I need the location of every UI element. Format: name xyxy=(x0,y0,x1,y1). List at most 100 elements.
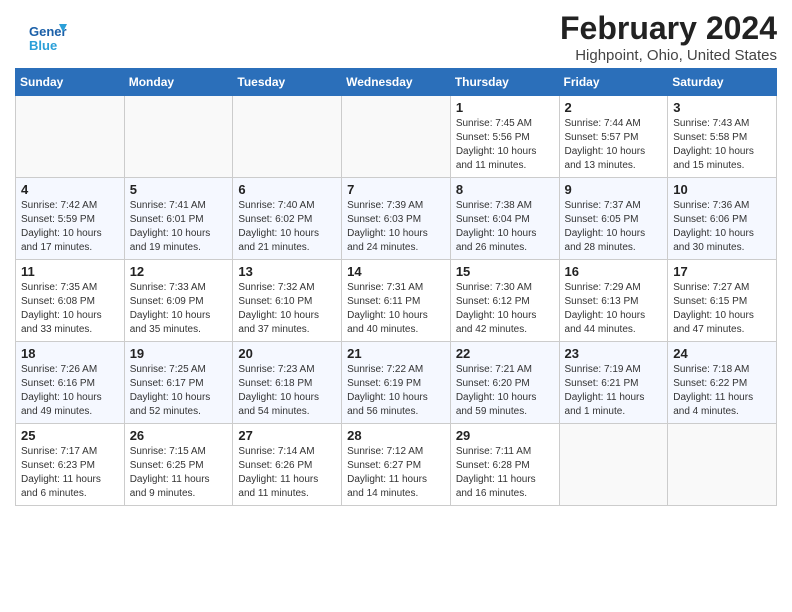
logo-icon: General Blue xyxy=(27,18,67,58)
day-number: 3 xyxy=(673,100,771,115)
day-info: Sunrise: 7:37 AM Sunset: 6:05 PM Dayligh… xyxy=(565,199,663,255)
calendar-table: Sunday Monday Tuesday Wednesday Thursday… xyxy=(15,68,777,506)
table-row xyxy=(668,424,777,506)
table-row: 19 Sunrise: 7:25 AM Sunset: 6:17 PM Dayli… xyxy=(124,342,233,424)
header-saturday: Saturday xyxy=(668,69,777,96)
day-info: Sunrise: 7:29 AM Sunset: 6:13 PM Dayligh… xyxy=(565,281,663,337)
table-row: 18 Sunrise: 7:26 AM Sunset: 6:16 PM Dayli… xyxy=(16,342,125,424)
calendar-week-row: 1 Sunrise: 7:45 AM Sunset: 5:56 PM Daylig… xyxy=(16,96,777,178)
table-row: 21 Sunrise: 7:22 AM Sunset: 6:19 PM Dayli… xyxy=(342,342,451,424)
day-info: Sunrise: 7:41 AM Sunset: 6:01 PM Dayligh… xyxy=(130,199,228,255)
table-row: 27 Sunrise: 7:14 AM Sunset: 6:26 PM Dayli… xyxy=(233,424,342,506)
table-row: 17 Sunrise: 7:27 AM Sunset: 6:15 PM Dayli… xyxy=(668,260,777,342)
calendar-week-row: 18 Sunrise: 7:26 AM Sunset: 6:16 PM Dayli… xyxy=(16,342,777,424)
day-number: 18 xyxy=(21,346,119,361)
day-number: 15 xyxy=(456,264,554,279)
day-info: Sunrise: 7:27 AM Sunset: 6:15 PM Dayligh… xyxy=(673,281,771,337)
day-info: Sunrise: 7:22 AM Sunset: 6:19 PM Dayligh… xyxy=(347,363,445,419)
day-info: Sunrise: 7:15 AM Sunset: 6:25 PM Dayligh… xyxy=(130,445,228,501)
table-row: 13 Sunrise: 7:32 AM Sunset: 6:10 PM Dayli… xyxy=(233,260,342,342)
day-number: 29 xyxy=(456,428,554,443)
table-row: 22Sunrise: 7:21 AM Sunset: 6:20 PM Dayli… xyxy=(450,342,559,424)
day-info: Sunrise: 7:36 AM Sunset: 6:06 PM Dayligh… xyxy=(673,199,771,255)
table-row xyxy=(233,96,342,178)
table-row: 8 Sunrise: 7:38 AM Sunset: 6:04 PM Daylig… xyxy=(450,178,559,260)
day-info: Sunrise: 7:11 AM Sunset: 6:28 PM Dayligh… xyxy=(456,445,554,501)
header-monday: Monday xyxy=(124,69,233,96)
day-number: 1 xyxy=(456,100,554,115)
table-row: 6Sunrise: 7:40 AM Sunset: 6:02 PM Daylig… xyxy=(233,178,342,260)
day-info: Sunrise: 7:25 AM Sunset: 6:17 PM Dayligh… xyxy=(130,363,228,419)
day-number: 2 xyxy=(565,100,663,115)
page-wrapper: General Blue February 2024 Highpoint, Oh… xyxy=(15,10,777,506)
day-number: 12 xyxy=(130,264,228,279)
table-row: 4Sunrise: 7:42 AM Sunset: 5:59 PM Daylig… xyxy=(16,178,125,260)
page-subtitle: Highpoint, Ohio, United States xyxy=(135,47,777,64)
table-row: 23 Sunrise: 7:19 AM Sunset: 6:21 PM Dayli… xyxy=(559,342,668,424)
day-info: Sunrise: 7:19 AM Sunset: 6:21 PM Dayligh… xyxy=(565,363,663,419)
day-info: Sunrise: 7:44 AM Sunset: 5:57 PM Dayligh… xyxy=(565,117,663,173)
table-row: 11 Sunrise: 7:35 AM Sunset: 6:08 PM Dayli… xyxy=(16,260,125,342)
day-info: Sunrise: 7:31 AM Sunset: 6:11 PM Dayligh… xyxy=(347,281,445,337)
day-info: Sunrise: 7:23 AM Sunset: 6:18 PM Dayligh… xyxy=(238,363,336,419)
calendar-week-row: 11 Sunrise: 7:35 AM Sunset: 6:08 PM Dayli… xyxy=(16,260,777,342)
day-info: Sunrise: 7:17 AM Sunset: 6:23 PM Dayligh… xyxy=(21,445,119,501)
table-row xyxy=(559,424,668,506)
table-row: 16 Sunrise: 7:29 AM Sunset: 6:13 PM Dayli… xyxy=(559,260,668,342)
header-wednesday: Wednesday xyxy=(342,69,451,96)
day-number: 9 xyxy=(565,182,663,197)
table-row: 9 Sunrise: 7:37 AM Sunset: 6:05 PM Daylig… xyxy=(559,178,668,260)
table-row: 26 Sunrise: 7:15 AM Sunset: 6:25 PM Dayli… xyxy=(124,424,233,506)
header-tuesday: Tuesday xyxy=(233,69,342,96)
day-number: 5 xyxy=(130,182,228,197)
day-number: 27 xyxy=(238,428,336,443)
day-number: 13 xyxy=(238,264,336,279)
day-number: 25 xyxy=(21,428,119,443)
table-row: 15 Sunrise: 7:30 AM Sunset: 6:12 PM Dayli… xyxy=(450,260,559,342)
day-info: Sunrise: 7:38 AM Sunset: 6:04 PM Dayligh… xyxy=(456,199,554,255)
day-number: 7 xyxy=(347,182,445,197)
day-number: 21 xyxy=(347,346,445,361)
day-info: Sunrise: 7:18 AM Sunset: 6:22 PM Dayligh… xyxy=(673,363,771,419)
table-row: 29 Sunrise: 7:11 AM Sunset: 6:28 PM Dayli… xyxy=(450,424,559,506)
day-number: 26 xyxy=(130,428,228,443)
day-number: 10 xyxy=(673,182,771,197)
day-number: 23 xyxy=(565,346,663,361)
day-number: 24 xyxy=(673,346,771,361)
day-info: Sunrise: 7:30 AM Sunset: 6:12 PM Dayligh… xyxy=(456,281,554,337)
day-info: Sunrise: 7:40 AM Sunset: 6:02 PM Dayligh… xyxy=(238,199,336,255)
day-number: 4 xyxy=(21,182,119,197)
weekday-header-row: Sunday Monday Tuesday Wednesday Thursday… xyxy=(16,69,777,96)
table-row: 10 Sunrise: 7:36 AM Sunset: 6:06 PM Dayli… xyxy=(668,178,777,260)
calendar-week-row: 4Sunrise: 7:42 AM Sunset: 5:59 PM Daylig… xyxy=(16,178,777,260)
day-number: 19 xyxy=(130,346,228,361)
calendar-week-row: 25 Sunrise: 7:17 AM Sunset: 6:23 PM Dayli… xyxy=(16,424,777,506)
table-row: 24 Sunrise: 7:18 AM Sunset: 6:22 PM Dayli… xyxy=(668,342,777,424)
day-number: 28 xyxy=(347,428,445,443)
day-info: Sunrise: 7:33 AM Sunset: 6:09 PM Dayligh… xyxy=(130,281,228,337)
day-info: Sunrise: 7:12 AM Sunset: 6:27 PM Dayligh… xyxy=(347,445,445,501)
table-row: 7Sunrise: 7:39 AM Sunset: 6:03 PM Daylig… xyxy=(342,178,451,260)
table-row: 25 Sunrise: 7:17 AM Sunset: 6:23 PM Dayli… xyxy=(16,424,125,506)
day-number: 16 xyxy=(565,264,663,279)
day-info: Sunrise: 7:26 AM Sunset: 6:16 PM Dayligh… xyxy=(21,363,119,419)
day-number: 8 xyxy=(456,182,554,197)
header-thursday: Thursday xyxy=(450,69,559,96)
page-title: February 2024 xyxy=(135,10,777,47)
table-row: 1 Sunrise: 7:45 AM Sunset: 5:56 PM Daylig… xyxy=(450,96,559,178)
table-row xyxy=(124,96,233,178)
day-info: Sunrise: 7:45 AM Sunset: 5:56 PM Dayligh… xyxy=(456,117,554,173)
table-row: 5 Sunrise: 7:41 AM Sunset: 6:01 PM Daylig… xyxy=(124,178,233,260)
page-header: February 2024 Highpoint, Ohio, United St… xyxy=(15,10,777,64)
day-info: Sunrise: 7:14 AM Sunset: 6:26 PM Dayligh… xyxy=(238,445,336,501)
day-number: 17 xyxy=(673,264,771,279)
day-info: Sunrise: 7:21 AM Sunset: 6:20 PM Dayligh… xyxy=(456,363,554,419)
day-info: Sunrise: 7:32 AM Sunset: 6:10 PM Dayligh… xyxy=(238,281,336,337)
table-row: 28 Sunrise: 7:12 AM Sunset: 6:27 PM Dayli… xyxy=(342,424,451,506)
day-info: Sunrise: 7:35 AM Sunset: 6:08 PM Dayligh… xyxy=(21,281,119,337)
table-row: 20Sunrise: 7:23 AM Sunset: 6:18 PM Dayli… xyxy=(233,342,342,424)
table-row: 14Sunrise: 7:31 AM Sunset: 6:11 PM Dayli… xyxy=(342,260,451,342)
table-row: 3Sunrise: 7:43 AM Sunset: 5:58 PM Daylig… xyxy=(668,96,777,178)
day-number: 11 xyxy=(21,264,119,279)
table-row xyxy=(342,96,451,178)
